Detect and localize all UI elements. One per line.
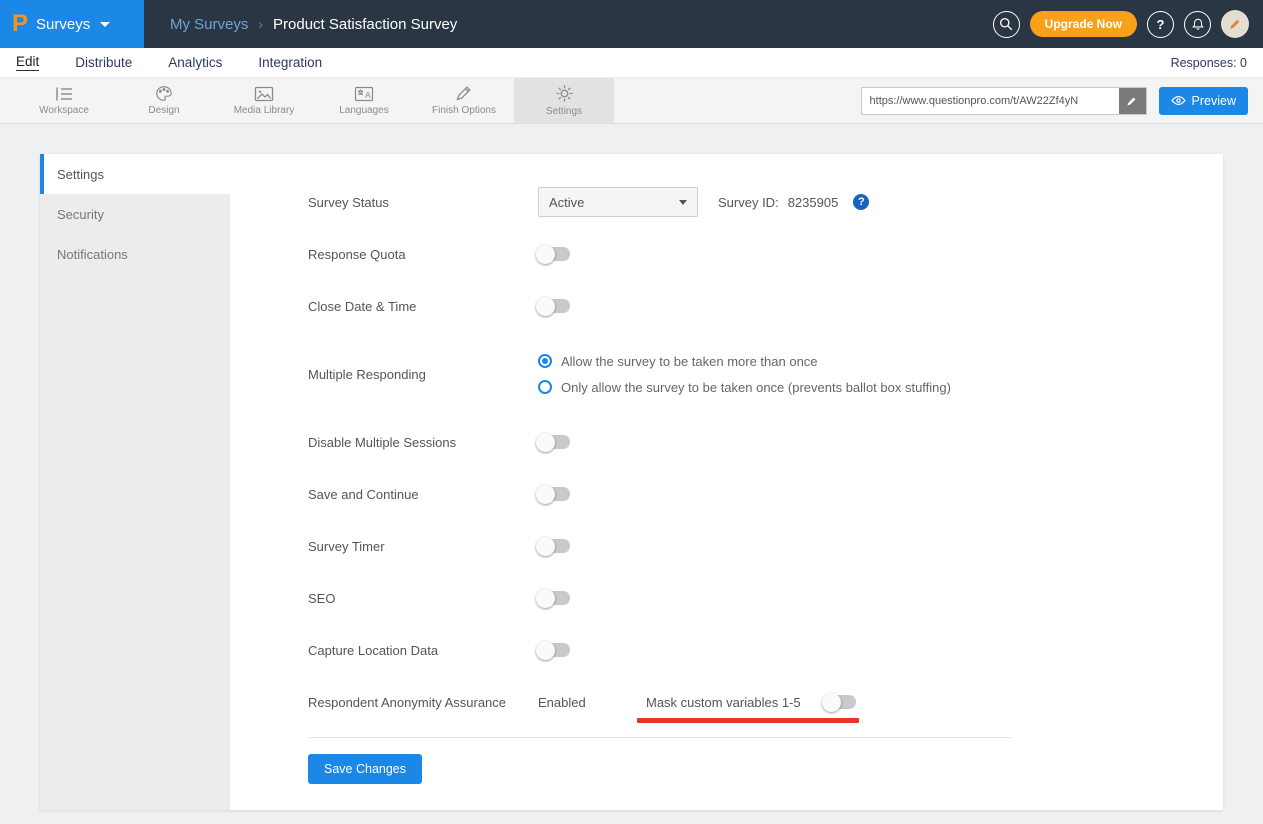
- bell-icon: [1191, 17, 1205, 32]
- seo-toggle[interactable]: [538, 591, 570, 605]
- responses-count: Responses: 0: [1171, 56, 1247, 70]
- seo-label: SEO: [308, 591, 538, 606]
- settings-sidebar: Settings Security Notifications: [40, 154, 230, 810]
- share-url-box: [861, 87, 1147, 115]
- content-area: Settings Security Notifications Survey S…: [0, 124, 1263, 824]
- toolbar-item-design[interactable]: Design: [114, 78, 214, 123]
- multiple-responding-label: Multiple Responding: [308, 367, 538, 382]
- survey-status-label: Survey Status: [308, 195, 538, 210]
- mask-custom-variables-toggle[interactable]: [824, 695, 856, 709]
- edit-url-button[interactable]: [1119, 88, 1146, 114]
- chevron-down-icon: [679, 200, 687, 205]
- tab-distribute[interactable]: Distribute: [75, 55, 132, 70]
- survey-status-select[interactable]: Active: [538, 187, 698, 217]
- settings-gear-icon: [555, 84, 574, 103]
- response-quota-label: Response Quota: [308, 247, 538, 262]
- mask-custom-variables-label: Mask custom variables 1-5: [646, 695, 810, 710]
- chevron-down-icon: [100, 22, 110, 27]
- svg-text:A: A: [365, 90, 371, 100]
- row-response-quota: Response Quota: [308, 228, 1223, 280]
- surveys-product-switcher[interactable]: P Surveys: [0, 0, 144, 48]
- top-bar: P Surveys My Surveys › Product Satisfact…: [0, 0, 1263, 48]
- close-date-time-toggle[interactable]: [538, 299, 570, 313]
- sidebar-item-notifications[interactable]: Notifications: [40, 234, 230, 274]
- share-url-input[interactable]: [862, 88, 1119, 114]
- breadcrumb-separator: ›: [258, 16, 263, 32]
- row-respondent-anonymity: Respondent Anonymity Assurance Enabled M…: [308, 676, 1223, 728]
- mask-custom-variables-group: Mask custom variables 1-5: [646, 695, 856, 710]
- design-palette-icon: [155, 85, 173, 102]
- search-button[interactable]: [993, 11, 1020, 38]
- radio-allow-multiple[interactable]: Allow the survey to be taken more than o…: [538, 354, 951, 369]
- sidebar-item-security[interactable]: Security: [40, 194, 230, 234]
- row-survey-timer: Survey Timer: [308, 520, 1223, 572]
- questionpro-logo[interactable]: P: [12, 12, 28, 36]
- annotation-red-underline: [637, 718, 859, 723]
- radio-only-once[interactable]: Only allow the survey to be taken once (…: [538, 380, 951, 395]
- finish-options-pen-icon: [455, 85, 473, 102]
- tab-analytics[interactable]: Analytics: [168, 55, 222, 70]
- survey-status-value: Active: [549, 195, 584, 210]
- toolbar-item-workspace[interactable]: Workspace: [14, 78, 114, 123]
- eye-icon: [1171, 95, 1186, 106]
- search-icon: [999, 17, 1013, 31]
- settings-form: Survey Status Active Survey ID: 8235905 …: [230, 154, 1223, 810]
- page-title: Product Satisfaction Survey: [273, 16, 457, 33]
- capture-location-data-toggle[interactable]: [538, 643, 570, 657]
- survey-timer-toggle[interactable]: [538, 539, 570, 553]
- toolbar-item-languages[interactable]: A Languages: [314, 78, 414, 123]
- save-changes-button[interactable]: Save Changes: [308, 754, 422, 784]
- help-button[interactable]: ?: [1147, 11, 1174, 38]
- edit-toolbar: Workspace Design Media Library A: [0, 78, 1263, 124]
- row-close-date-time: Close Date & Time: [308, 280, 1223, 332]
- toolbar-right: Preview: [861, 78, 1263, 123]
- workspace-icon: [54, 86, 74, 102]
- notifications-button[interactable]: [1184, 11, 1211, 38]
- survey-id-label: Survey ID:: [718, 195, 779, 210]
- row-save-and-continue: Save and Continue: [308, 468, 1223, 520]
- survey-id-group: Survey ID: 8235905 ?: [718, 194, 869, 210]
- tab-edit[interactable]: Edit: [16, 54, 39, 71]
- row-seo: SEO: [308, 572, 1223, 624]
- row-multiple-responding: Multiple Responding Allow the survey to …: [308, 332, 1223, 416]
- row-survey-status: Survey Status Active Survey ID: 8235905 …: [308, 176, 1223, 228]
- save-and-continue-label: Save and Continue: [308, 487, 538, 502]
- survey-timer-label: Survey Timer: [308, 539, 538, 554]
- sidebar-item-settings[interactable]: Settings: [40, 154, 230, 194]
- row-capture-location-data: Capture Location Data: [308, 624, 1223, 676]
- tab-integration[interactable]: Integration: [258, 55, 322, 70]
- avatar[interactable]: [1221, 10, 1249, 38]
- row-disable-multiple-sessions: Disable Multiple Sessions: [308, 416, 1223, 468]
- toolbar-item-media-library[interactable]: Media Library: [214, 78, 314, 123]
- response-quota-toggle[interactable]: [538, 247, 570, 261]
- media-library-icon: [254, 86, 274, 102]
- topbar-actions: Upgrade Now ?: [993, 10, 1263, 38]
- toolbar-item-settings[interactable]: Settings: [514, 78, 614, 123]
- disable-multiple-sessions-label: Disable Multiple Sessions: [308, 435, 538, 450]
- breadcrumb-my-surveys[interactable]: My Surveys: [170, 16, 248, 33]
- radio-selected-icon: [538, 354, 552, 368]
- disable-multiple-sessions-toggle[interactable]: [538, 435, 570, 449]
- toolbar-item-finish-options[interactable]: Finish Options: [414, 78, 514, 123]
- survey-id-help-icon[interactable]: ?: [853, 194, 869, 210]
- form-divider: [308, 737, 1011, 738]
- pencil-icon: [1126, 95, 1138, 107]
- multiple-responding-options: Allow the survey to be taken more than o…: [538, 354, 951, 395]
- save-and-continue-toggle[interactable]: [538, 487, 570, 501]
- respondent-anonymity-label: Respondent Anonymity Assurance: [308, 695, 538, 710]
- capture-location-data-label: Capture Location Data: [308, 643, 538, 658]
- respondent-anonymity-status: Enabled: [538, 695, 646, 710]
- survey-id-value: 8235905: [788, 195, 839, 210]
- survey-nav: Edit Distribute Analytics Integration Re…: [0, 48, 1263, 78]
- breadcrumb: My Surveys › Product Satisfaction Survey: [170, 16, 457, 33]
- radio-unselected-icon: [538, 380, 552, 394]
- close-date-time-label: Close Date & Time: [308, 299, 538, 314]
- avatar-pencil-icon: [1228, 17, 1242, 31]
- preview-button[interactable]: Preview: [1159, 87, 1248, 115]
- product-name: Surveys: [36, 16, 90, 33]
- settings-card: Settings Security Notifications Survey S…: [40, 154, 1223, 810]
- languages-icon: A: [354, 86, 374, 102]
- upgrade-now-button[interactable]: Upgrade Now: [1030, 11, 1137, 37]
